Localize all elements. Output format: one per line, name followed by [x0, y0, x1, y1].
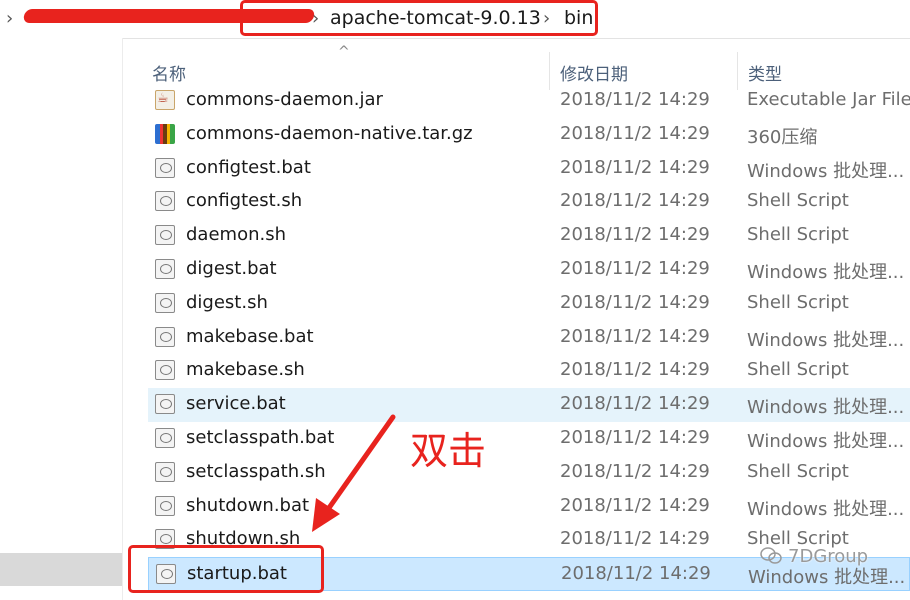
annotation-double-click: 双击 [410, 429, 487, 473]
wechat-icon [760, 547, 782, 564]
annotation-arrow [312, 414, 396, 532]
watermark: 7DGroup [760, 546, 868, 567]
annotation-startup-box [128, 545, 324, 593]
watermark-text: 7DGroup [788, 546, 869, 567]
